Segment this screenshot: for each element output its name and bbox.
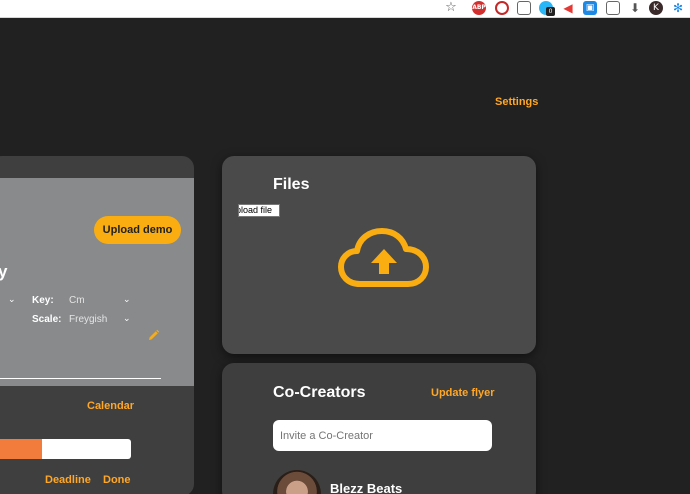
project-card-header: Upload demo y ⌄ Key: Cm ⌄ Scale: Freygis… xyxy=(0,178,194,386)
screenshot-icon[interactable] xyxy=(517,1,531,15)
key-select[interactable]: Cm xyxy=(69,295,85,306)
avatar[interactable] xyxy=(273,470,321,494)
pencil-icon[interactable] xyxy=(147,329,160,342)
chevron-down-icon[interactable]: ⌄ xyxy=(8,295,16,305)
browser-toolbar: ☆ ABP 0 ◀ ▣ ⬇ K ✻ xyxy=(0,0,690,18)
dictionary-icon[interactable]: ▣ xyxy=(583,1,597,15)
deadline-link[interactable]: Deadline xyxy=(45,474,91,486)
done-link[interactable]: Done xyxy=(103,474,131,486)
scale-label: Scale: xyxy=(32,314,62,325)
scale-select[interactable]: Freygish xyxy=(69,314,107,325)
files-title: Files xyxy=(273,176,310,193)
upload-file-label: pload file xyxy=(238,205,273,215)
chevron-down-icon[interactable]: ⌄ xyxy=(123,314,131,324)
field-underline xyxy=(0,378,161,379)
extension-badge: 0 xyxy=(546,7,555,16)
upload-demo-button[interactable]: Upload demo xyxy=(94,216,181,244)
cocreators-title: Co-Creators xyxy=(273,384,366,401)
settings-link[interactable]: Settings xyxy=(495,96,538,108)
record-icon[interactable] xyxy=(495,1,509,15)
snowflake-icon[interactable]: ✻ xyxy=(671,1,685,15)
profile-icon[interactable]: K xyxy=(649,1,663,15)
chevron-down-icon[interactable]: ⌄ xyxy=(123,295,131,305)
calendar-link[interactable]: Calendar xyxy=(87,400,134,412)
update-flyer-link[interactable]: Update flyer xyxy=(431,387,495,399)
member-name: Blezz Beats xyxy=(330,481,403,494)
upload-file-input[interactable]: pload file xyxy=(238,204,280,217)
cocreators-card: Co-Creators Update flyer Blezz Beats xyxy=(222,363,536,494)
cloud-upload-icon[interactable] xyxy=(338,226,430,290)
files-card: Files pload file xyxy=(222,156,536,354)
progress-bar xyxy=(0,439,131,459)
download-icon[interactable]: ⬇ xyxy=(628,1,642,15)
window-icon[interactable] xyxy=(606,1,620,15)
megaphone-icon[interactable]: ◀ xyxy=(561,1,575,15)
project-card: Upload demo y ⌄ Key: Cm ⌄ Scale: Freygis… xyxy=(0,156,194,494)
progress-fill xyxy=(0,439,43,459)
key-label: Key: xyxy=(32,295,54,306)
bookmark-star-icon[interactable]: ☆ xyxy=(444,1,458,15)
project-title: y xyxy=(0,262,8,281)
abp-icon[interactable]: ABP xyxy=(472,1,486,15)
invite-cocreator-input[interactable] xyxy=(273,420,492,451)
